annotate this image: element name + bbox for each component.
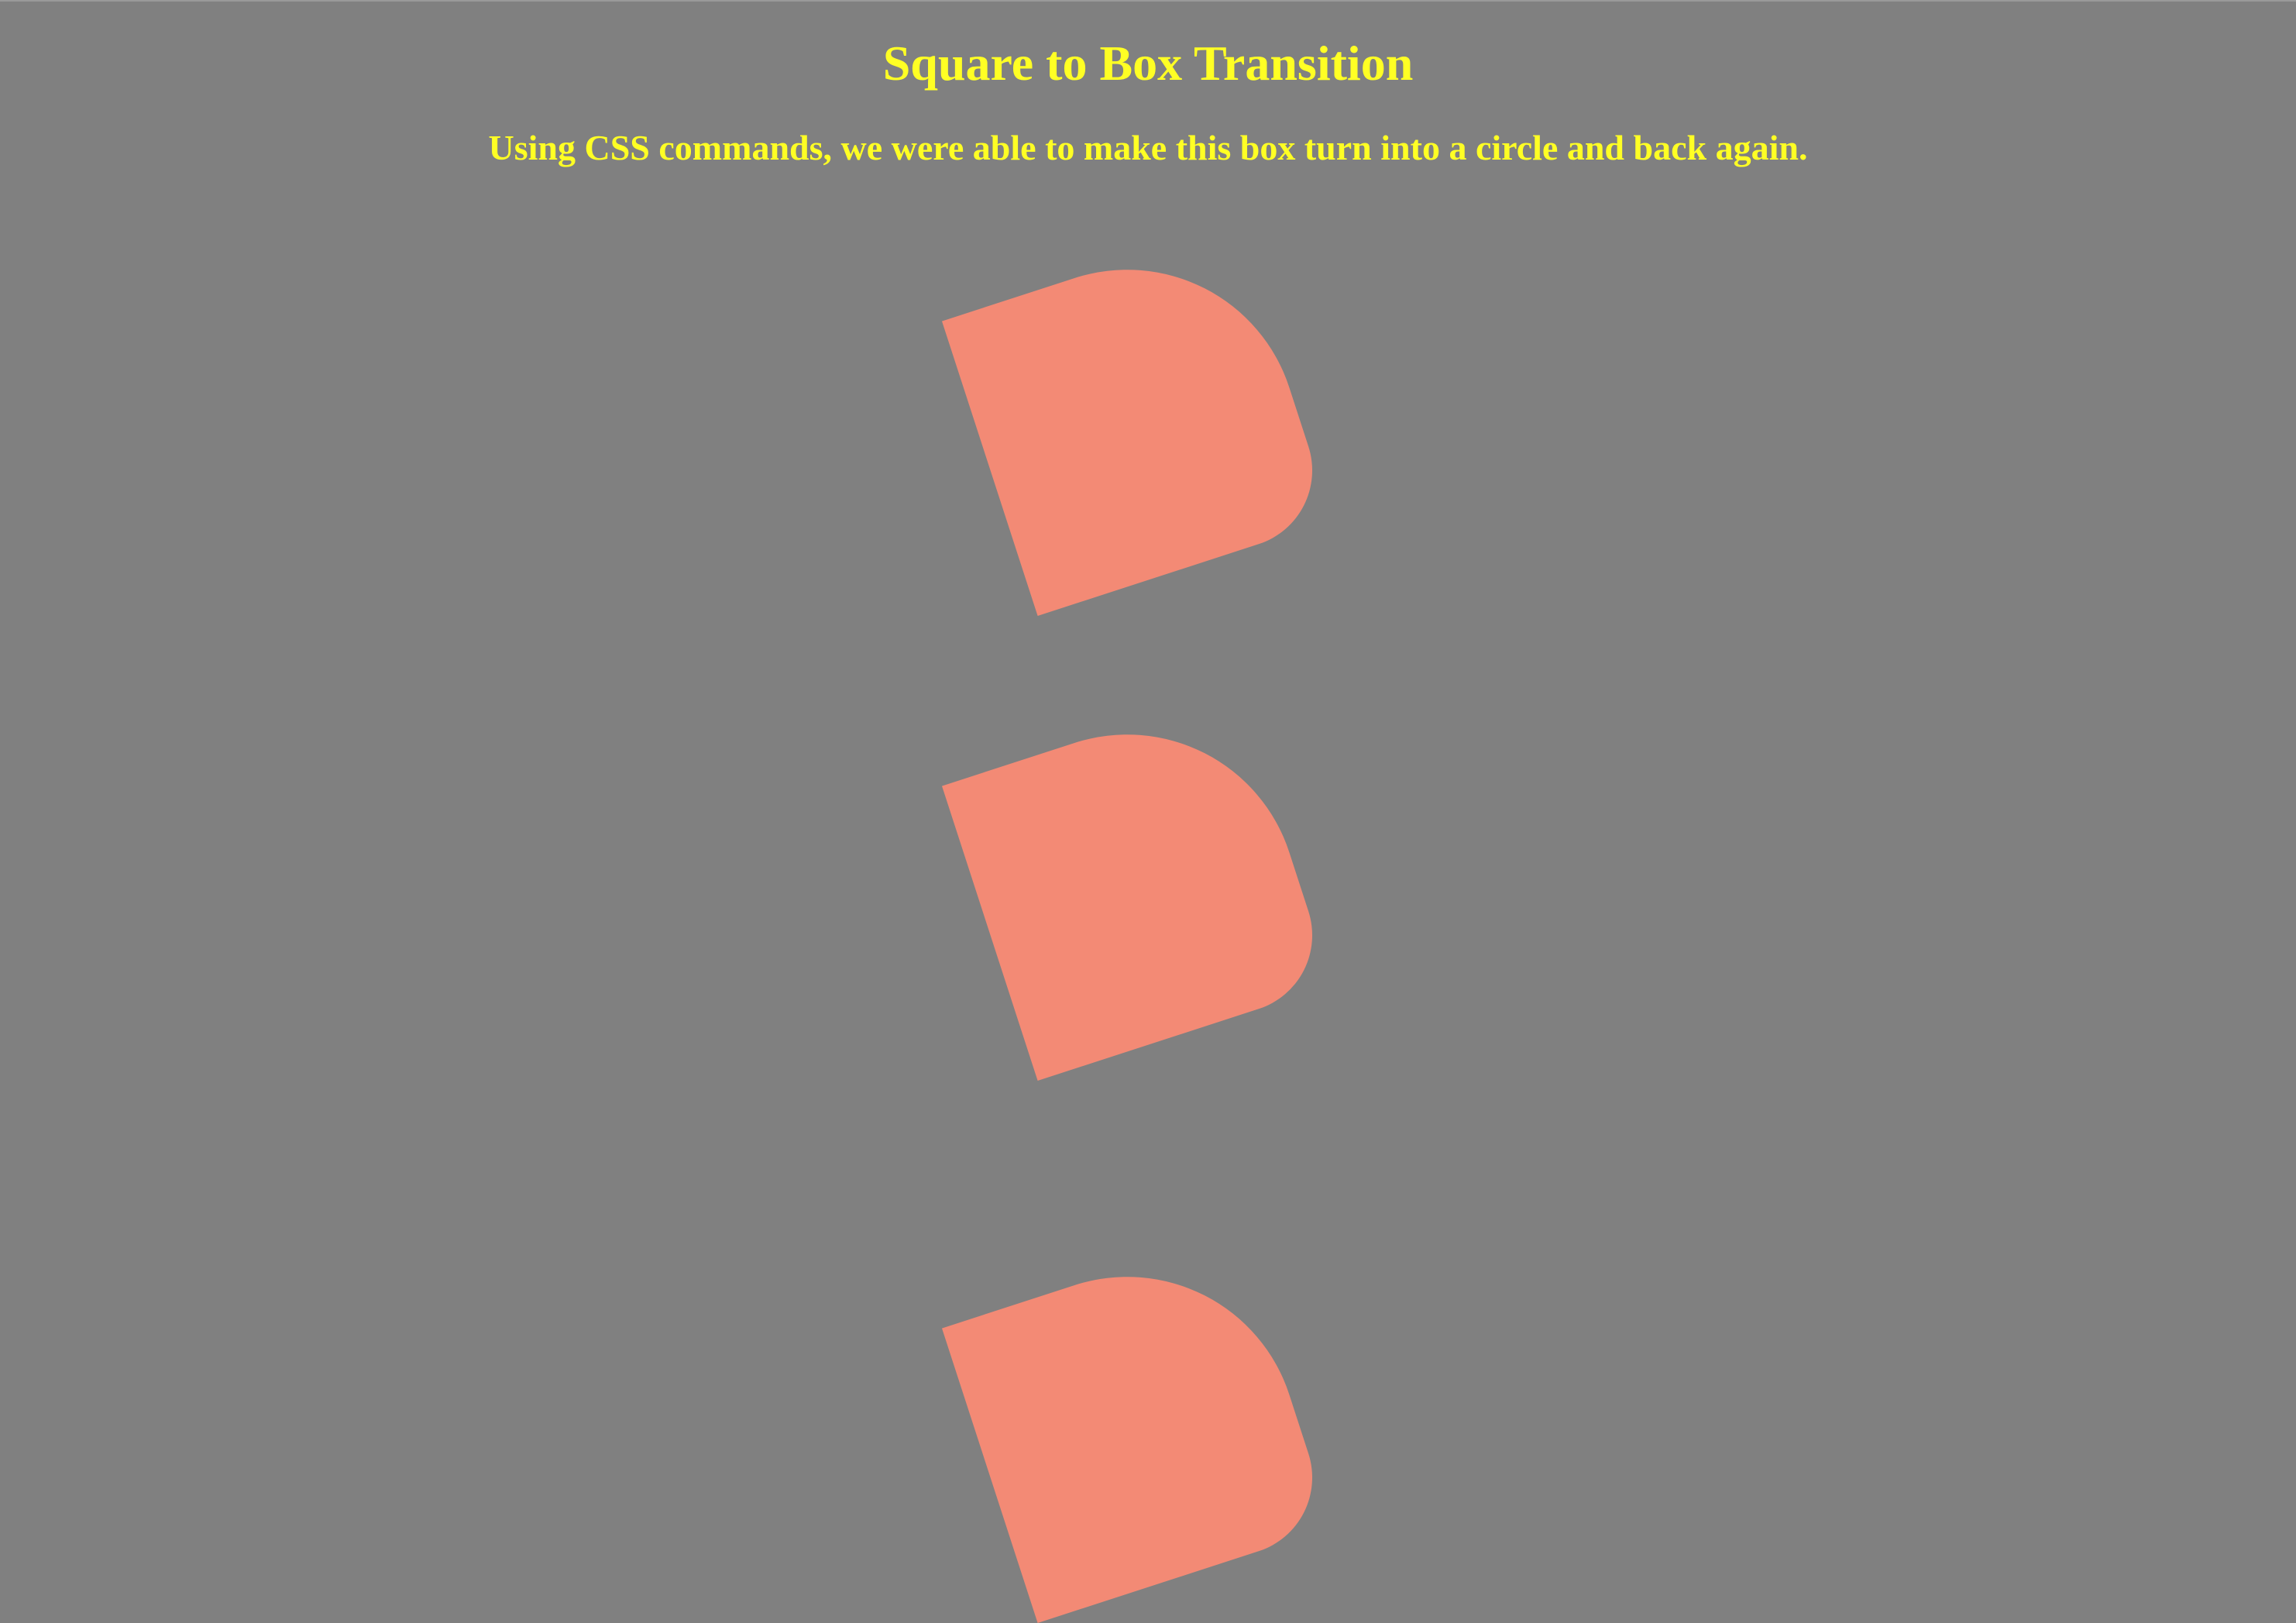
morphing-box-1 bbox=[941, 225, 1333, 617]
morphing-box-3 bbox=[941, 1232, 1333, 1623]
page-subtitle: Using CSS commands, we were able to make… bbox=[488, 128, 1808, 167]
morphing-box-2 bbox=[941, 689, 1333, 1081]
window-top-edge bbox=[0, 0, 2296, 2]
page-title: Square to Box Transition bbox=[882, 36, 1414, 91]
